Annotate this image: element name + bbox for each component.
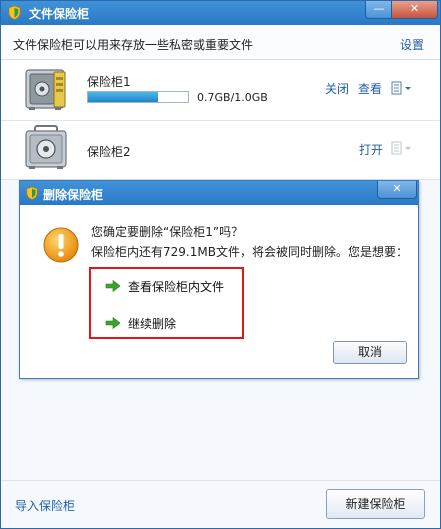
vault-name: 保险柜2 — [87, 145, 131, 159]
document-menu-icon[interactable] — [391, 81, 413, 95]
open-safe-icon — [25, 69, 66, 110]
confirm-question: 您确定要删除“保险柜1”吗？ — [91, 225, 244, 239]
description-bar: 文件保险柜可以用来存放一些私密或重要文件 设置 — [1, 25, 440, 60]
locked-safe-icon — [25, 125, 67, 169]
green-arrow-icon — [105, 317, 121, 329]
warning-icon — [43, 227, 79, 263]
view-vault-link[interactable]: 查看 — [358, 80, 382, 97]
description-text: 文件保险柜可以用来存放一些私密或重要文件 — [13, 38, 254, 52]
import-vault-link[interactable]: 导入保险柜 — [15, 497, 75, 514]
green-arrow-icon — [105, 280, 121, 292]
footer-bar: 导入保险柜 新建保险柜 — [1, 480, 440, 528]
dialog-title-bar: 删除保险柜 ✕ — [20, 181, 418, 205]
dialog-close-button[interactable]: ✕ — [377, 181, 417, 199]
capacity-text: 0.7GB/1.0GB — [197, 91, 268, 104]
choice-highlight-box: 查看保险柜内文件 继续删除 — [89, 267, 244, 339]
delete-vault-dialog: 删除保险柜 ✕ 您确定要删除“保险柜1”吗？ 保险柜内还有729.1MB文件，将… — [19, 180, 419, 379]
close-vault-link[interactable]: 关闭 — [325, 80, 349, 97]
open-vault-link[interactable]: 打开 — [359, 141, 383, 158]
title-bar: 文件保险柜 — ✕ — [1, 1, 440, 25]
continue-delete-label[interactable]: 继续删除 — [128, 315, 176, 332]
settings-link[interactable]: 设置 — [400, 36, 424, 53]
document-menu-icon[interactable] — [391, 141, 413, 155]
window-title: 文件保险柜 — [29, 7, 90, 21]
vault-row-2[interactable]: 保险柜2 打开 — [1, 121, 440, 180]
dialog-title: 删除保险柜 — [43, 188, 104, 202]
shield-icon — [26, 186, 38, 200]
new-vault-button[interactable]: 新建保险柜 — [326, 489, 425, 519]
capacity-fill — [88, 92, 158, 102]
capacity-bar — [87, 91, 189, 103]
vault-row-1[interactable]: 保险柜1 0.7GB/1.0GB 关闭 查看 — [1, 60, 440, 121]
view-files-label[interactable]: 查看保险柜内文件 — [128, 278, 224, 295]
confirm-detail: 保险柜内还有729.1MB文件，将会被同时删除。您是想要： — [91, 245, 408, 259]
vault-name: 保险柜1 — [87, 75, 131, 89]
shield-icon — [8, 5, 21, 20]
cancel-button[interactable]: 取消 — [333, 341, 407, 364]
close-button[interactable]: ✕ — [391, 1, 438, 19]
minimize-button[interactable]: — — [365, 1, 393, 19]
